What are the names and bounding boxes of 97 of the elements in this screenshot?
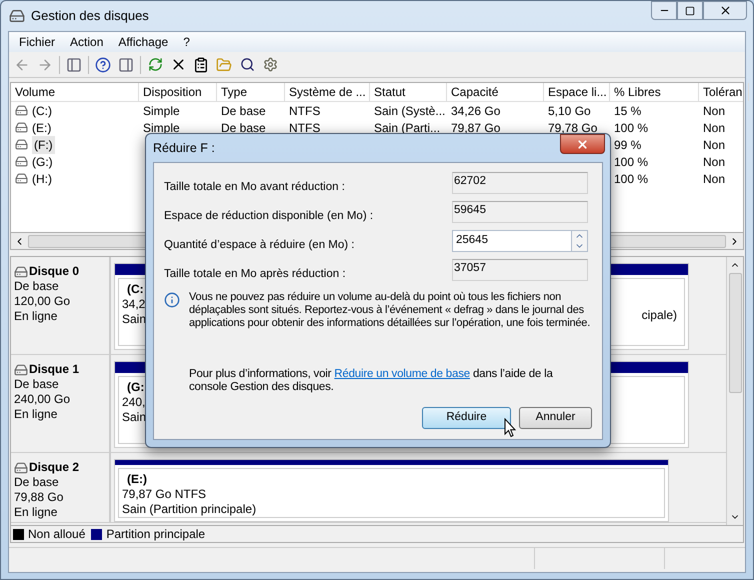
table-cell-text: De base [221,102,266,120]
partition-label: (E:) [126,472,147,487]
menu-item[interactable]: Fichier [13,33,62,51]
drive-icon [15,155,28,168]
table-cell-text: 100 % [614,170,648,188]
table-cell-text: De base [221,120,266,136]
drive-icon [15,172,28,185]
table-cell-text: 99 % [614,136,642,154]
drive-label[interactable]: (F:) [32,136,55,154]
partition-status: Sain [122,410,148,425]
drive-icon [15,104,28,117]
partition-status: Sain (Partition principale) [122,502,258,517]
spin-field[interactable]: 25645 [452,230,572,252]
legend-label: Non alloué [28,526,86,543]
disk-status: En ligne [14,505,58,520]
column-header[interactable]: Toléran [699,83,749,101]
table-cell-text: 5,10 Go [548,102,591,120]
readonly-field: 37057 [452,259,588,281]
vertical-scrollbar[interactable] [726,257,743,525]
drive-label[interactable]: (E:) [32,118,52,136]
disk-status: En ligne [14,309,58,324]
disk-status: En ligne [14,407,58,422]
menu-item[interactable]: Affichage [112,33,174,51]
column-header[interactable]: Volume [11,83,139,101]
drive-icon [15,138,28,151]
table-cell-text: Sain (Systè... [374,102,446,120]
table-cell-text: Simple [143,120,180,136]
readonly-field: 62702 [452,172,588,194]
column-header[interactable]: Disposition [139,83,217,101]
disk-type: De base [14,279,59,294]
disk-type: De base [14,475,59,490]
app-icon [9,8,25,24]
table-cell-text: 100 % [614,154,648,170]
field-label: Taille totale en Mo avant réduction : [164,180,345,194]
partition-label: (C: [126,282,144,297]
info-text: Vous ne pouvez pas réduire un volume au-delà du point où tous les fichiers non déplaçables sont situés. Reportez-vous à l’événement « defrag » dans le journal des applications pour obtenir des informations détaillées sur l’opération, une fois terminée. [189,291,592,330]
column-header[interactable]: Type [217,83,285,101]
partition-status: cipale) [642,308,678,323]
table-cell-text: NTFS [289,120,320,136]
mouse-cursor-icon [504,418,516,438]
disk-info-panel[interactable]: Disque 2 De base 79,88 Go En ligne [11,453,111,522]
partition-size: 79,87 Go NTFS [122,487,206,502]
column-header[interactable]: Espace li... [544,83,610,101]
column-header[interactable]: Capacité [447,83,544,101]
table-cell-text: 79,87 Go [451,120,500,136]
partition-status: Sain [122,312,148,327]
drive-label[interactable]: (H:) [32,170,52,188]
maximize-button[interactable] [677,1,703,20]
disk-name: Disque 2 [29,460,80,475]
dialog-button[interactable]: Annuler [519,407,592,429]
disk-name: Disque 1 [29,362,80,377]
partition-label: (G: [126,380,144,395]
table-cell-text: Non [703,102,726,120]
disk-type: De base [14,377,59,392]
table-cell-text: Non [703,120,726,136]
table-cell-text: Simple [143,102,180,120]
info-icon [164,292,180,308]
disk-size: 120,00 Go [14,294,70,309]
window-title: Gestion des disques [31,7,149,26]
close-button[interactable] [703,1,747,20]
help-text: Pour plus d’informations, voir Réduire un volume de base dans l’aide de la console Gestion des disques. [189,368,554,394]
menu-item[interactable]: Action [64,33,110,51]
maximize-icon [685,6,695,16]
partition-size: 240, [122,395,146,410]
field-label: Taille totale en Mo après réduction : [164,267,346,281]
disk-name: Disque 0 [29,264,80,279]
legend-label: Partition principale [106,526,206,543]
partition-size: 34,2 [122,297,146,312]
column-header[interactable]: Statut [370,83,447,101]
drive-label[interactable]: (G:) [32,152,53,170]
table-cell-text: 79,78 Go [548,120,598,136]
readonly-field: 59645 [452,201,588,223]
column-header[interactable]: Système de ... [285,83,370,101]
table-cell-text: 34,26 Go [451,102,500,120]
table-cell-text: Non [703,136,726,154]
table-cell-text: NTFS [289,102,320,120]
dialog-title: Réduire F : [153,140,215,157]
close-icon [718,4,732,17]
close-icon [576,138,589,150]
disk-info-panel[interactable]: Disque 0 De base 120,00 Go En ligne [11,257,111,354]
table-cell-text: 100 % [614,120,648,136]
table-cell-text: Sain (Parti... [374,120,440,136]
field-label: Espace de réduction disponible (en Mo) : [164,209,374,223]
field-label: Quantité d’espace à réduire (en Mo) : [164,238,354,252]
dialog-close-button[interactable] [560,134,605,154]
table-cell-text: Non [703,170,726,188]
menu-item[interactable]: ? [177,33,196,51]
disk-size: 240,00 Go [14,392,70,407]
dialog-button[interactable]: Réduire [422,407,511,429]
disk-size: 79,88 Go [14,490,64,505]
drive-label[interactable]: (C:) [32,102,52,120]
column-header[interactable]: % Libres [610,83,699,101]
table-cell-text: 15 % [614,102,642,120]
disk-info-panel[interactable]: Disque 1 De base 240,00 Go En ligne [11,355,111,452]
drive-icon [15,121,28,134]
help-link[interactable]: Réduire un volume de base [334,368,470,380]
table-cell-text: Non [703,154,726,170]
